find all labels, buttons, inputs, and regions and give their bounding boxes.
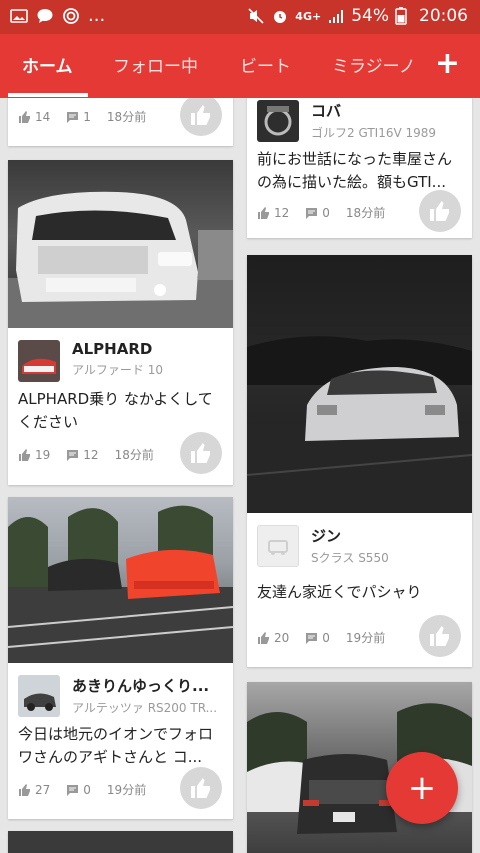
- thumbs-up-icon: [430, 201, 449, 221]
- comment-count-icon: [66, 111, 79, 123]
- sync-icon: [62, 7, 80, 25]
- post-stats: 14 1 18分前: [18, 108, 146, 125]
- post-time: 19分前: [345, 631, 386, 645]
- post-stats: 20 0 19分前: [257, 629, 385, 646]
- post-card[interactable]: あきりんゆっくり... アルテッツァ RS200 TR... 今日は地元のイオン…: [8, 497, 233, 819]
- post-card[interactable]: ジン Sクラス S550 友達ん家近くでパシャり 20 0 19分前: [247, 255, 472, 667]
- post-text: 今日は地元のイオンでフォロワさんのアギトさんと コ...: [18, 725, 214, 766]
- like-count: 14: [35, 109, 51, 124]
- comment-count: 1: [83, 109, 91, 124]
- comment-count: 0: [83, 782, 91, 797]
- post-photo[interactable]: [247, 255, 472, 513]
- post-time: 18分前: [345, 206, 386, 220]
- post-text: 前にお世話になった車屋さんの為に描いた絵。額もGTI...: [257, 150, 453, 191]
- chat-icon: [36, 7, 54, 25]
- user-name[interactable]: あきりんゆっくり...: [72, 675, 232, 696]
- user-name[interactable]: コバ: [311, 100, 471, 121]
- comment-count-icon: [66, 449, 79, 461]
- car-model[interactable]: アルテッツァ RS200 TR...: [72, 699, 232, 716]
- like-button[interactable]: [419, 615, 461, 657]
- thumbs-up-icon: [191, 778, 210, 798]
- comment-count-icon: [305, 207, 318, 219]
- post-card[interactable]: ALPHARD アルファード 10 ALPHARD乗り なかよくしてください 1…: [8, 160, 233, 485]
- like-count-icon: [257, 631, 270, 644]
- car-model[interactable]: アルファード 10: [72, 361, 232, 378]
- network-type: 4G+: [295, 9, 322, 23]
- post-time: 18分前: [106, 110, 147, 124]
- like-button[interactable]: [180, 98, 222, 136]
- user-name[interactable]: ジン: [311, 525, 471, 546]
- post-stats: 19 12 18分前: [18, 446, 154, 463]
- like-count-icon: [18, 783, 31, 796]
- like-button[interactable]: [180, 767, 222, 809]
- tab-mirajino[interactable]: ミラジーノ: [332, 52, 416, 77]
- like-count: 20: [274, 630, 290, 645]
- post-photo[interactable]: [8, 160, 233, 328]
- like-count-icon: [257, 206, 270, 219]
- post-text: ALPHARD乗り なかよくしてください: [18, 390, 213, 431]
- post-stats: 27 0 19分前: [18, 781, 146, 798]
- gallery-icon: [10, 7, 28, 25]
- mute-icon: [247, 7, 265, 25]
- post-feed[interactable]: 14 1 18分前 ALPHARD アルファード 10 ALPHARD乗り なか…: [0, 98, 480, 853]
- comment-count-icon: [66, 784, 79, 796]
- battery-percent: 54%: [351, 6, 389, 26]
- car-photo: [247, 336, 472, 513]
- tab-home[interactable]: ホーム: [22, 52, 73, 77]
- more-notifications: ...: [88, 5, 106, 26]
- like-button[interactable]: [180, 432, 222, 474]
- active-tab-indicator: [8, 93, 88, 97]
- tab-following[interactable]: フォロー中: [113, 52, 198, 77]
- default-avatar-icon: [268, 540, 288, 555]
- car-model[interactable]: Sクラス S550: [311, 549, 471, 566]
- new-post-button[interactable]: +: [386, 752, 458, 824]
- post-photo[interactable]: [8, 497, 233, 663]
- add-tab-button[interactable]: +: [435, 46, 460, 81]
- avatar[interactable]: [18, 340, 60, 382]
- thumbs-up-icon: [191, 105, 210, 125]
- car-model[interactable]: ゴルフ2 GTI16V 1989: [311, 124, 471, 141]
- thumbs-up-icon: [191, 443, 210, 463]
- avatar[interactable]: [18, 675, 60, 717]
- like-count: 12: [274, 205, 290, 220]
- avatar[interactable]: [257, 525, 299, 567]
- post-time: 19分前: [106, 783, 147, 797]
- post-time: 18分前: [114, 448, 154, 462]
- post-card[interactable]: [8, 831, 233, 853]
- like-button[interactable]: [419, 190, 461, 232]
- status-bar: ... 4G+ 54% 20:06: [0, 0, 480, 34]
- car-photo: [8, 191, 233, 328]
- comment-count: 12: [83, 447, 99, 462]
- comment-count-icon: [305, 632, 318, 644]
- thumbs-up-icon: [430, 626, 449, 646]
- post-stats: 12 0 18分前: [257, 204, 385, 221]
- avatar[interactable]: [257, 100, 299, 142]
- comment-count: 0: [322, 630, 330, 645]
- user-name[interactable]: ALPHARD: [72, 340, 232, 358]
- comment-count: 0: [322, 205, 330, 220]
- clock: 20:06: [419, 6, 468, 26]
- like-count: 27: [35, 782, 51, 797]
- like-count-icon: [18, 448, 31, 461]
- alarm-icon: [271, 7, 289, 25]
- battery-icon: [395, 7, 413, 25]
- tab-beat[interactable]: ビート: [240, 52, 291, 77]
- tab-bar: ホーム フォロー中 ビート ミラジーノ +: [0, 34, 480, 98]
- like-count: 19: [35, 447, 51, 462]
- signal-icon: [327, 7, 345, 25]
- car-photo: [8, 505, 233, 663]
- like-count-icon: [18, 110, 31, 123]
- post-card[interactable]: 14 1 18分前: [8, 98, 233, 146]
- post-text: 友達ん家近くでパシャり: [257, 583, 422, 601]
- post-card[interactable]: コバ ゴルフ2 GTI16V 1989 前にお世話になった車屋さんの為に描いた絵…: [247, 98, 472, 238]
